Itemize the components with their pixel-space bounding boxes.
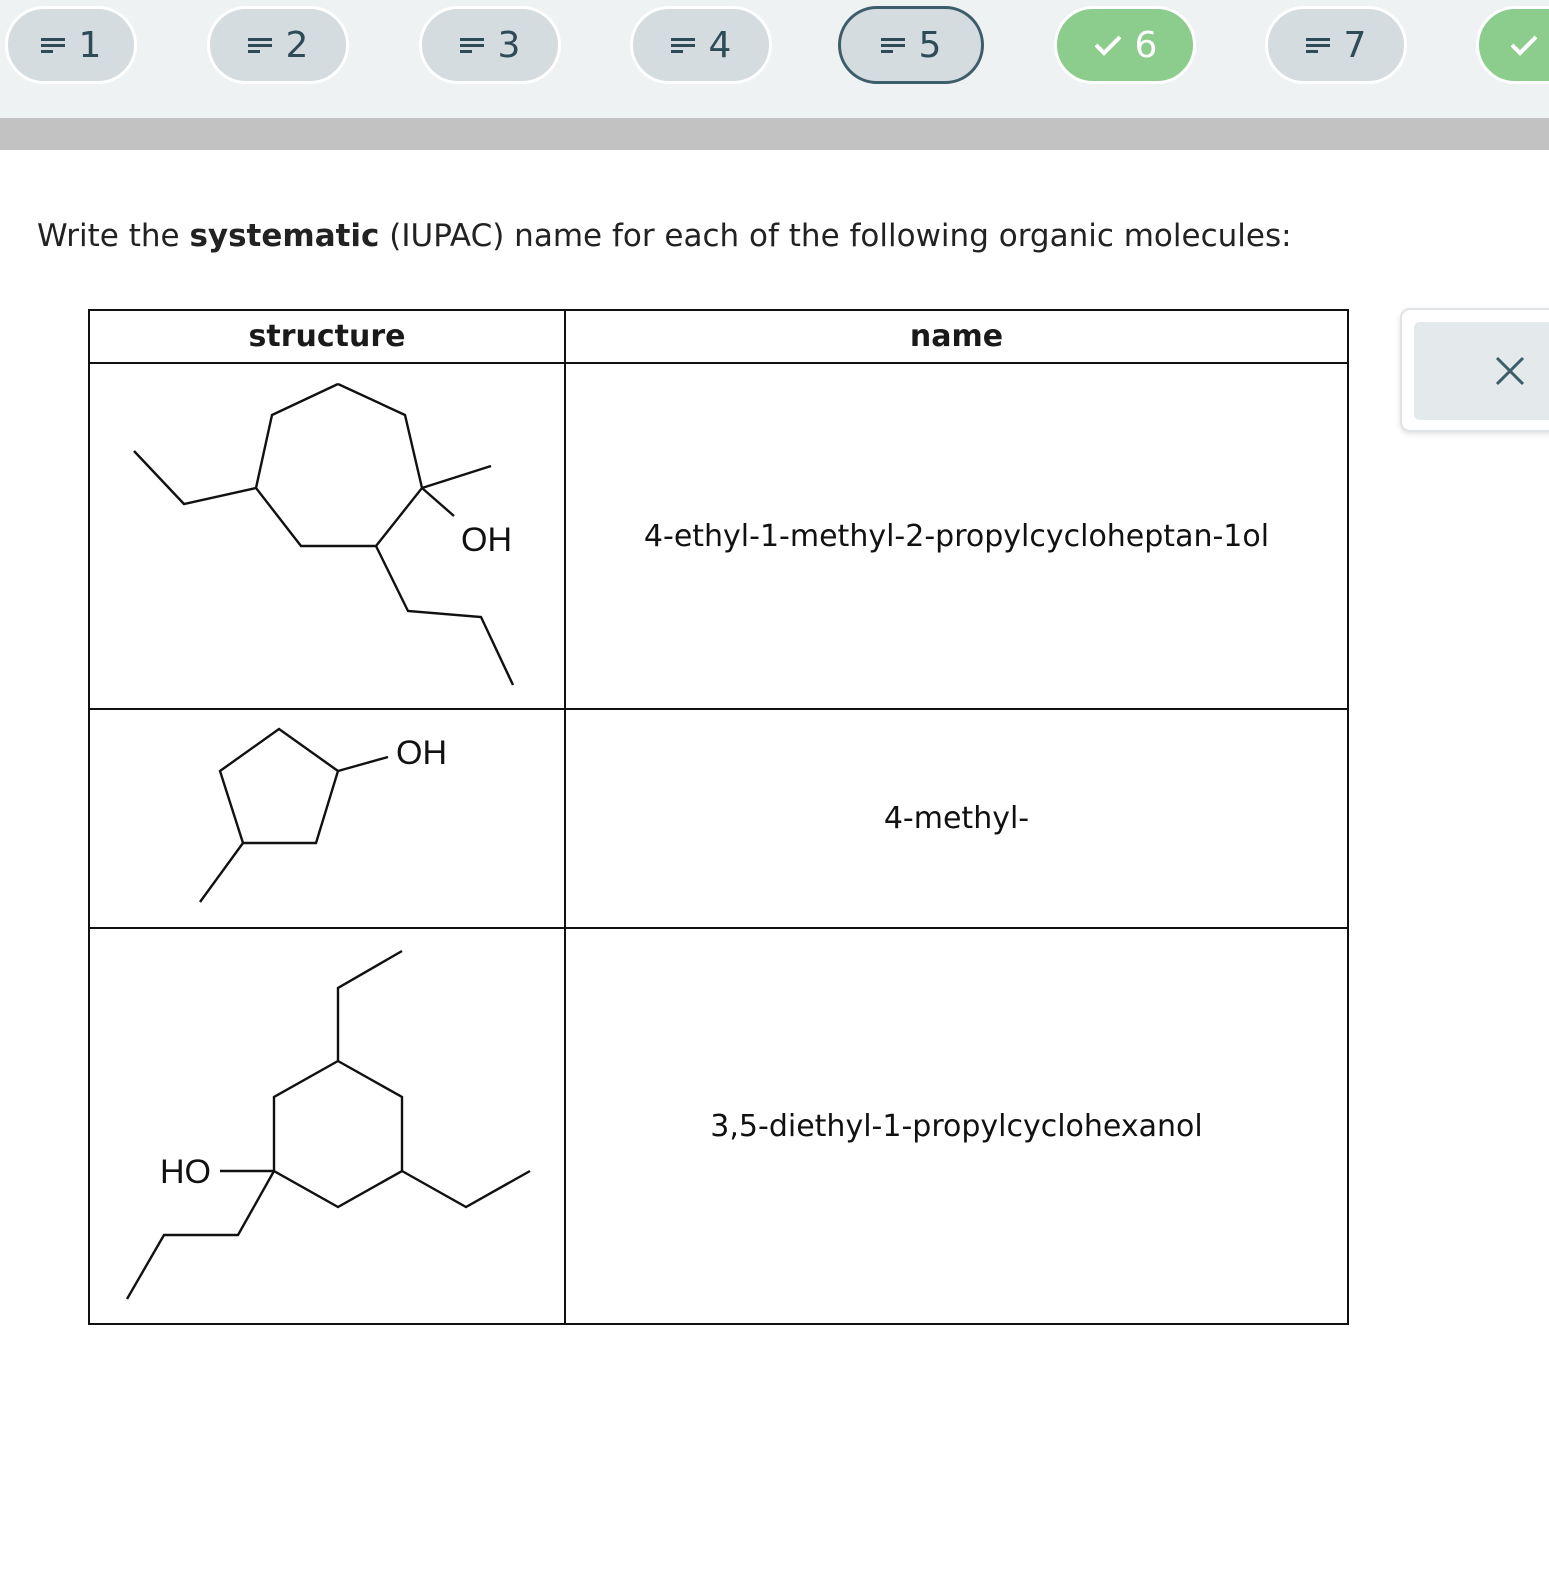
answer-name-cell[interactable]: 4-methyl- [564,708,1349,929]
question-number: 7 [1343,24,1367,66]
lines-icon [247,36,274,54]
table-row: OH 4-methyl- [88,708,1349,929]
close-icon [1495,356,1525,386]
question-nav-item-3[interactable]: 3 [419,6,561,84]
question-number: 2 [285,24,309,66]
side-tool-panel [1400,308,1549,432]
question-nav-item-4[interactable]: 4 [630,6,772,84]
structure-header: structure [88,309,566,364]
question-nav-item-1[interactable]: 1 [5,6,137,84]
lines-icon [459,36,486,54]
question-nav-item-6[interactable]: 6 [1054,6,1196,84]
answer-name-cell[interactable]: 3,5-diethyl-1-propylcyclohexanol [564,927,1349,1325]
question-number: 1 [78,24,102,66]
answer-name-text: 3,5-diethyl-1-propylcyclohexanol [710,1108,1203,1144]
lines-icon [40,36,67,54]
check-icon [1093,33,1123,57]
name-header: name [564,309,1349,364]
prompt-text: (IUPAC) name for each of the following o… [379,218,1292,254]
clear-button[interactable] [1414,322,1549,420]
table-row: HO 3,5-diethyl-1-propylcyclohexanol [88,927,1349,1325]
lines-icon [880,36,907,54]
question-number: 4 [708,24,732,66]
molecule-structure-1: OH [133,382,515,686]
question-nav-bar: 1 2 3 4 5 6 7 [0,0,1549,118]
check-icon [1509,33,1539,57]
question-nav-item-7[interactable]: 7 [1265,6,1407,84]
structure-cell: OH [88,362,566,710]
lines-icon [670,36,697,54]
hydroxyl-label: OH [396,734,447,772]
prompt-text: Write the [37,218,190,254]
question-nav-item-5[interactable]: 5 [838,6,984,84]
question-number: 3 [497,24,521,66]
hydroxyl-label: OH [461,521,512,559]
answer-name-text: 4-methyl- [883,801,1030,836]
question-nav-item-2[interactable]: 2 [207,6,349,84]
molecule-structure-3: HO [125,949,531,1300]
progress-separator [0,118,1549,150]
table-row: OH 4-ethyl-1-methyl-2-propylcycloheptan-… [88,362,1349,710]
table-header-row: structure name [88,309,1349,364]
question-nav-item-8[interactable] [1476,6,1549,84]
lines-icon [1305,36,1332,54]
prompt-emphasis: systematic [189,218,380,254]
question-number: 5 [918,24,942,66]
molecule-structure-2: OH [199,727,447,903]
structure-cell: OH [88,708,566,929]
hydroxyl-label: HO [160,1153,211,1191]
structure-cell: HO [88,927,566,1325]
question-number: 6 [1134,24,1158,66]
molecule-table: structure name OH 4-ethyl-1-methyl-2-pro… [88,309,1349,1325]
answer-name-text: 4-ethyl-1-methyl-2-propylcycloheptan-1ol [643,518,1270,554]
question-prompt: Write the systematic (IUPAC) name for ea… [37,218,1292,254]
answer-name-cell[interactable]: 4-ethyl-1-methyl-2-propylcycloheptan-1ol [564,362,1349,710]
